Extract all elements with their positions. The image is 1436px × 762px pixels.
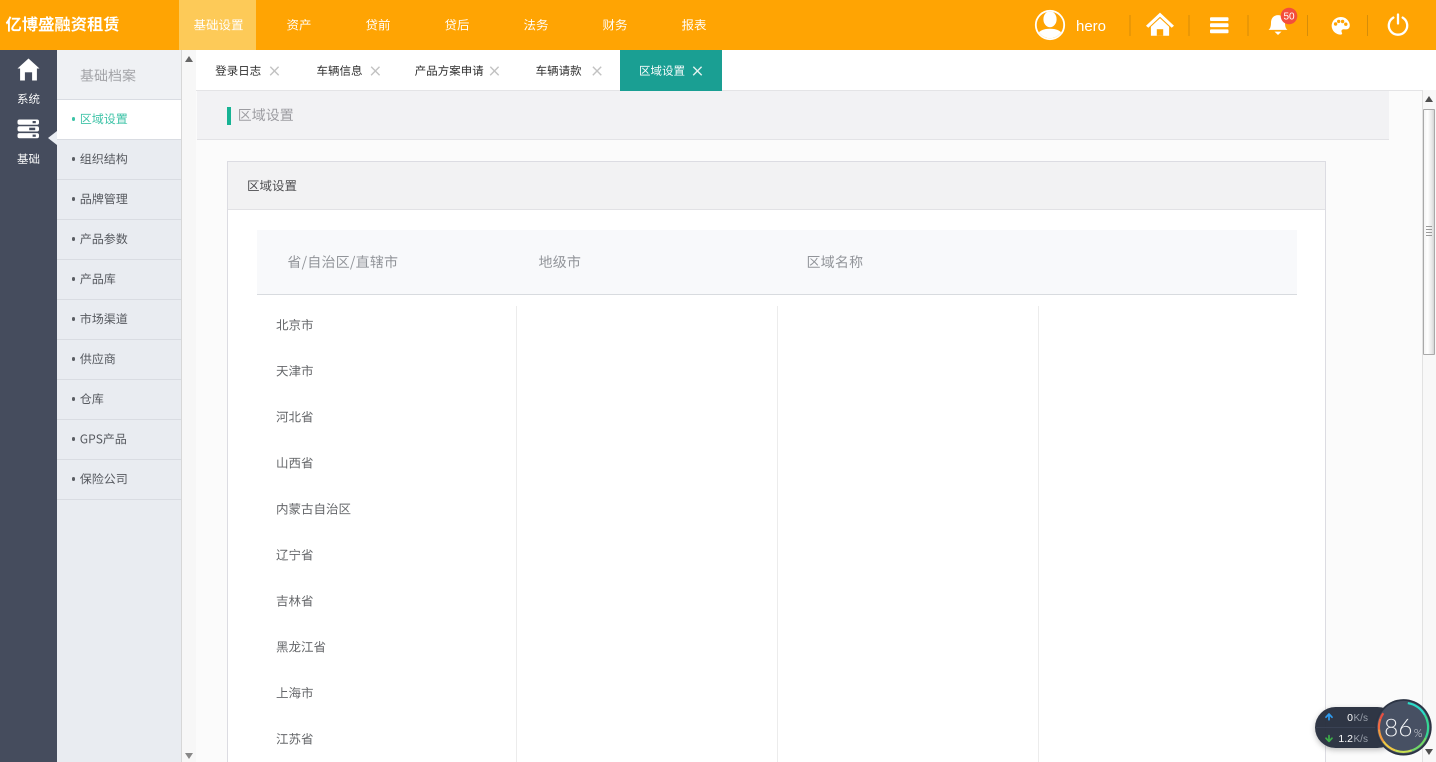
- svg-text:K/s: K/s: [1354, 713, 1368, 724]
- svg-text:0: 0: [1347, 712, 1353, 724]
- svg-text:K/s: K/s: [1354, 734, 1368, 745]
- svg-text:1.2: 1.2: [1338, 733, 1353, 745]
- svg-text:50: 50: [1283, 12, 1295, 23]
